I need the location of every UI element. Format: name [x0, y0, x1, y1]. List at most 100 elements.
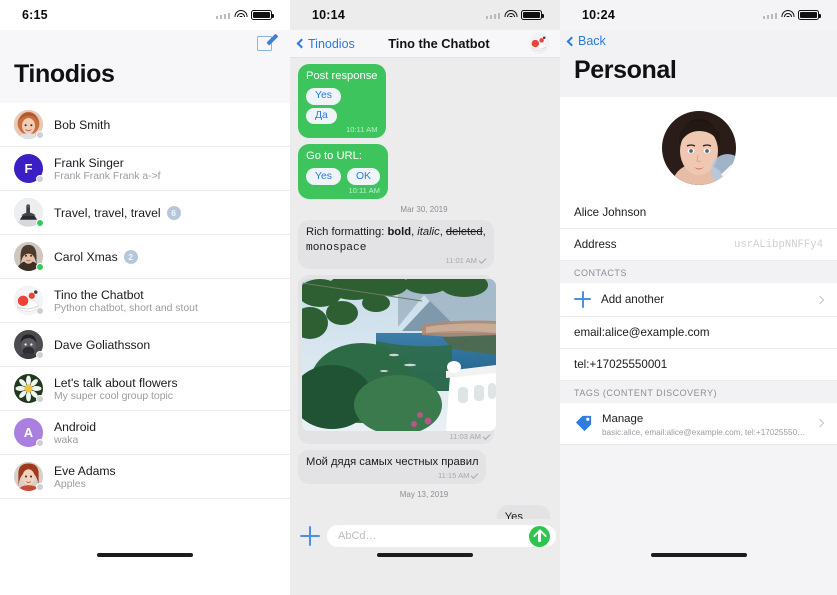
chat-text: Frank Singer Frank Frank Frank a->f	[54, 156, 278, 182]
chat-name-text: Frank Singer	[54, 155, 124, 170]
contact-row[interactable]: email:alice@example.com	[560, 317, 837, 349]
chat-list-item[interactable]: F Frank Singer Frank Frank Frank a->f	[0, 147, 290, 191]
text-message-bubble[interactable]: Мой дядя самых честных правил 11:15 AM	[298, 450, 487, 485]
rich-monospace: monospace	[306, 241, 367, 254]
presence-indicator	[36, 131, 44, 139]
rich-text-content: Rich formatting: bold, italic, deleted, …	[306, 225, 486, 254]
presence-indicator	[36, 439, 44, 447]
read-receipt-icon	[482, 432, 491, 441]
date-separator: Mar 30, 2019	[400, 204, 448, 214]
send-icon[interactable]	[529, 525, 550, 547]
chat-subtitle: Apples	[54, 478, 86, 490]
chat-subtitle: Python chatbot, short and stout	[54, 302, 198, 314]
back-button[interactable]: Back	[566, 34, 606, 48]
conversation-avatar[interactable]	[529, 33, 550, 54]
date-separator: May 13, 2019	[399, 490, 449, 500]
wifi-icon	[504, 10, 517, 20]
three-phone-screenshot-composite: 6:15 Tinodios Bob Smith F Frank Singer Fran…	[0, 0, 837, 595]
form-buttons: Yes OK	[306, 168, 380, 185]
chat-list-item[interactable]: Bob Smith	[0, 103, 290, 147]
presence-indicator	[36, 307, 44, 315]
back-button[interactable]: Tinodios	[296, 37, 355, 51]
profile-fields: Alice Johnson Address usrALibpNNFFy4	[560, 197, 837, 261]
profile-avatar-area	[560, 97, 837, 197]
avatar: F	[14, 154, 44, 183]
chevron-right-icon	[815, 418, 825, 428]
phone-panel-profile: 10:24 Back Personal Alice Johnson Addres…	[560, 0, 837, 595]
form-action-button[interactable]: OK	[346, 168, 380, 185]
chat-text: Bob Smith	[54, 118, 278, 132]
chat-name-text: Carol Xmas	[54, 249, 118, 264]
chat-list-item[interactable]: Tino the Chatbot Python chatbot, short an…	[0, 279, 290, 323]
manage-tags-row[interactable]: Manage basic:alice, email:alice@example.…	[560, 403, 837, 445]
chat-list-item[interactable]: Carol Xmas 2	[0, 235, 290, 279]
message-timestamp: 11:15 AM	[437, 471, 470, 481]
chat-name: Eve Adams	[54, 464, 278, 478]
status-icons	[485, 9, 544, 21]
conversation-title: Tino the Chatbot	[388, 36, 490, 51]
avatar	[14, 110, 44, 139]
chat-list-toolbar	[0, 30, 290, 58]
unread-badge: 6	[166, 205, 181, 220]
message-timestamp: 11:01 AM	[445, 256, 477, 266]
message-meta: 10:11 AM	[306, 186, 380, 196]
profile-field-label: Address	[574, 238, 617, 251]
status-bar-panel2: 10:14	[290, 0, 560, 30]
contact-value: email:alice@example.com	[574, 326, 710, 339]
chat-list: Bob Smith F Frank Singer Frank Frank Frank …	[0, 103, 290, 499]
rich-text-message-bubble[interactable]: Rich formatting: bold, italic, deleted, …	[298, 219, 494, 270]
profile-field-row[interactable]: Alice Johnson	[560, 197, 837, 229]
presence-indicator	[36, 395, 44, 403]
profile-header: Back Personal	[560, 30, 837, 97]
back-label: Back	[578, 34, 606, 48]
message-timestamp: 10:11 AM	[348, 185, 380, 195]
avatar[interactable]	[661, 111, 736, 185]
conversation-navbar: Tinodios Tino the Chatbot	[290, 30, 560, 58]
add-another-label: Add another	[601, 293, 665, 306]
form-message-bubble[interactable]: Post response Yes Да 10:11 AM	[298, 64, 386, 139]
profile-field-row[interactable]: Address usrALibpNNFFy4	[560, 229, 837, 261]
compose-icon[interactable]	[256, 33, 279, 54]
chat-list-item[interactable]: Travel, travel, travel 6	[0, 191, 290, 235]
presence-indicator	[36, 483, 44, 491]
chat-list-item[interactable]: Let's talk about flowers My super cool gr…	[0, 367, 290, 411]
profile-navbar: Back	[560, 30, 837, 52]
avatar	[14, 242, 44, 271]
message-row: 11:03 AM	[298, 275, 550, 445]
message-thread[interactable]: Post response Yes Да 10:11 AM Go to URL: Yes O…	[290, 58, 560, 523]
profile-filler	[560, 445, 837, 595]
message-text: Мой дядя самых честных правил	[306, 456, 479, 469]
chat-text: Android waka	[54, 420, 278, 446]
form-buttons: Yes Да	[306, 87, 378, 125]
status-time: 10:24	[582, 8, 615, 22]
form-action-button[interactable]: Yes	[306, 87, 341, 105]
chat-name-text: Android	[54, 419, 97, 434]
status-icons	[215, 9, 274, 21]
chat-list-item[interactable]: A Android waka	[0, 411, 290, 455]
image-message-bubble[interactable]: 11:03 AM	[298, 275, 496, 445]
chevron-right-icon	[815, 295, 825, 304]
contact-row[interactable]: tel:+17025550001	[560, 349, 837, 381]
rich-italic: italic	[417, 225, 440, 238]
edit-avatar-icon[interactable]	[710, 154, 736, 185]
message-meta: 10:11 AM	[306, 125, 378, 135]
chat-list-item[interactable]: Dave Goliathsson	[0, 323, 290, 367]
add-another-button[interactable]: Add another	[560, 283, 837, 317]
message-image[interactable]	[302, 279, 496, 432]
chat-list-header: Tinodios	[0, 30, 290, 103]
chat-name: Tino the Chatbot	[54, 288, 278, 302]
chat-subtitle: Frank Frank Frank a->f	[54, 170, 161, 182]
message-input[interactable]	[327, 525, 556, 547]
message-meta: 11:15 AM	[306, 471, 479, 481]
attach-plus-icon[interactable]	[300, 526, 320, 546]
chat-list-item[interactable]: Eve Adams Apples	[0, 455, 290, 499]
tag-icon	[574, 414, 593, 433]
avatar	[14, 330, 44, 359]
message-row: Мой дядя самых честных правил 11:15 AM	[298, 450, 550, 485]
form-message-bubble[interactable]: Go to URL: Yes OK 10:11 AM	[298, 144, 388, 199]
form-action-button[interactable]: Да	[306, 107, 337, 125]
message-meta: 11:01 AM	[306, 256, 487, 266]
chat-name: Travel, travel, travel 6	[54, 205, 278, 220]
form-action-button[interactable]: Yes	[306, 168, 341, 185]
message-row: Go to URL: Yes OK 10:11 AM	[298, 144, 550, 199]
